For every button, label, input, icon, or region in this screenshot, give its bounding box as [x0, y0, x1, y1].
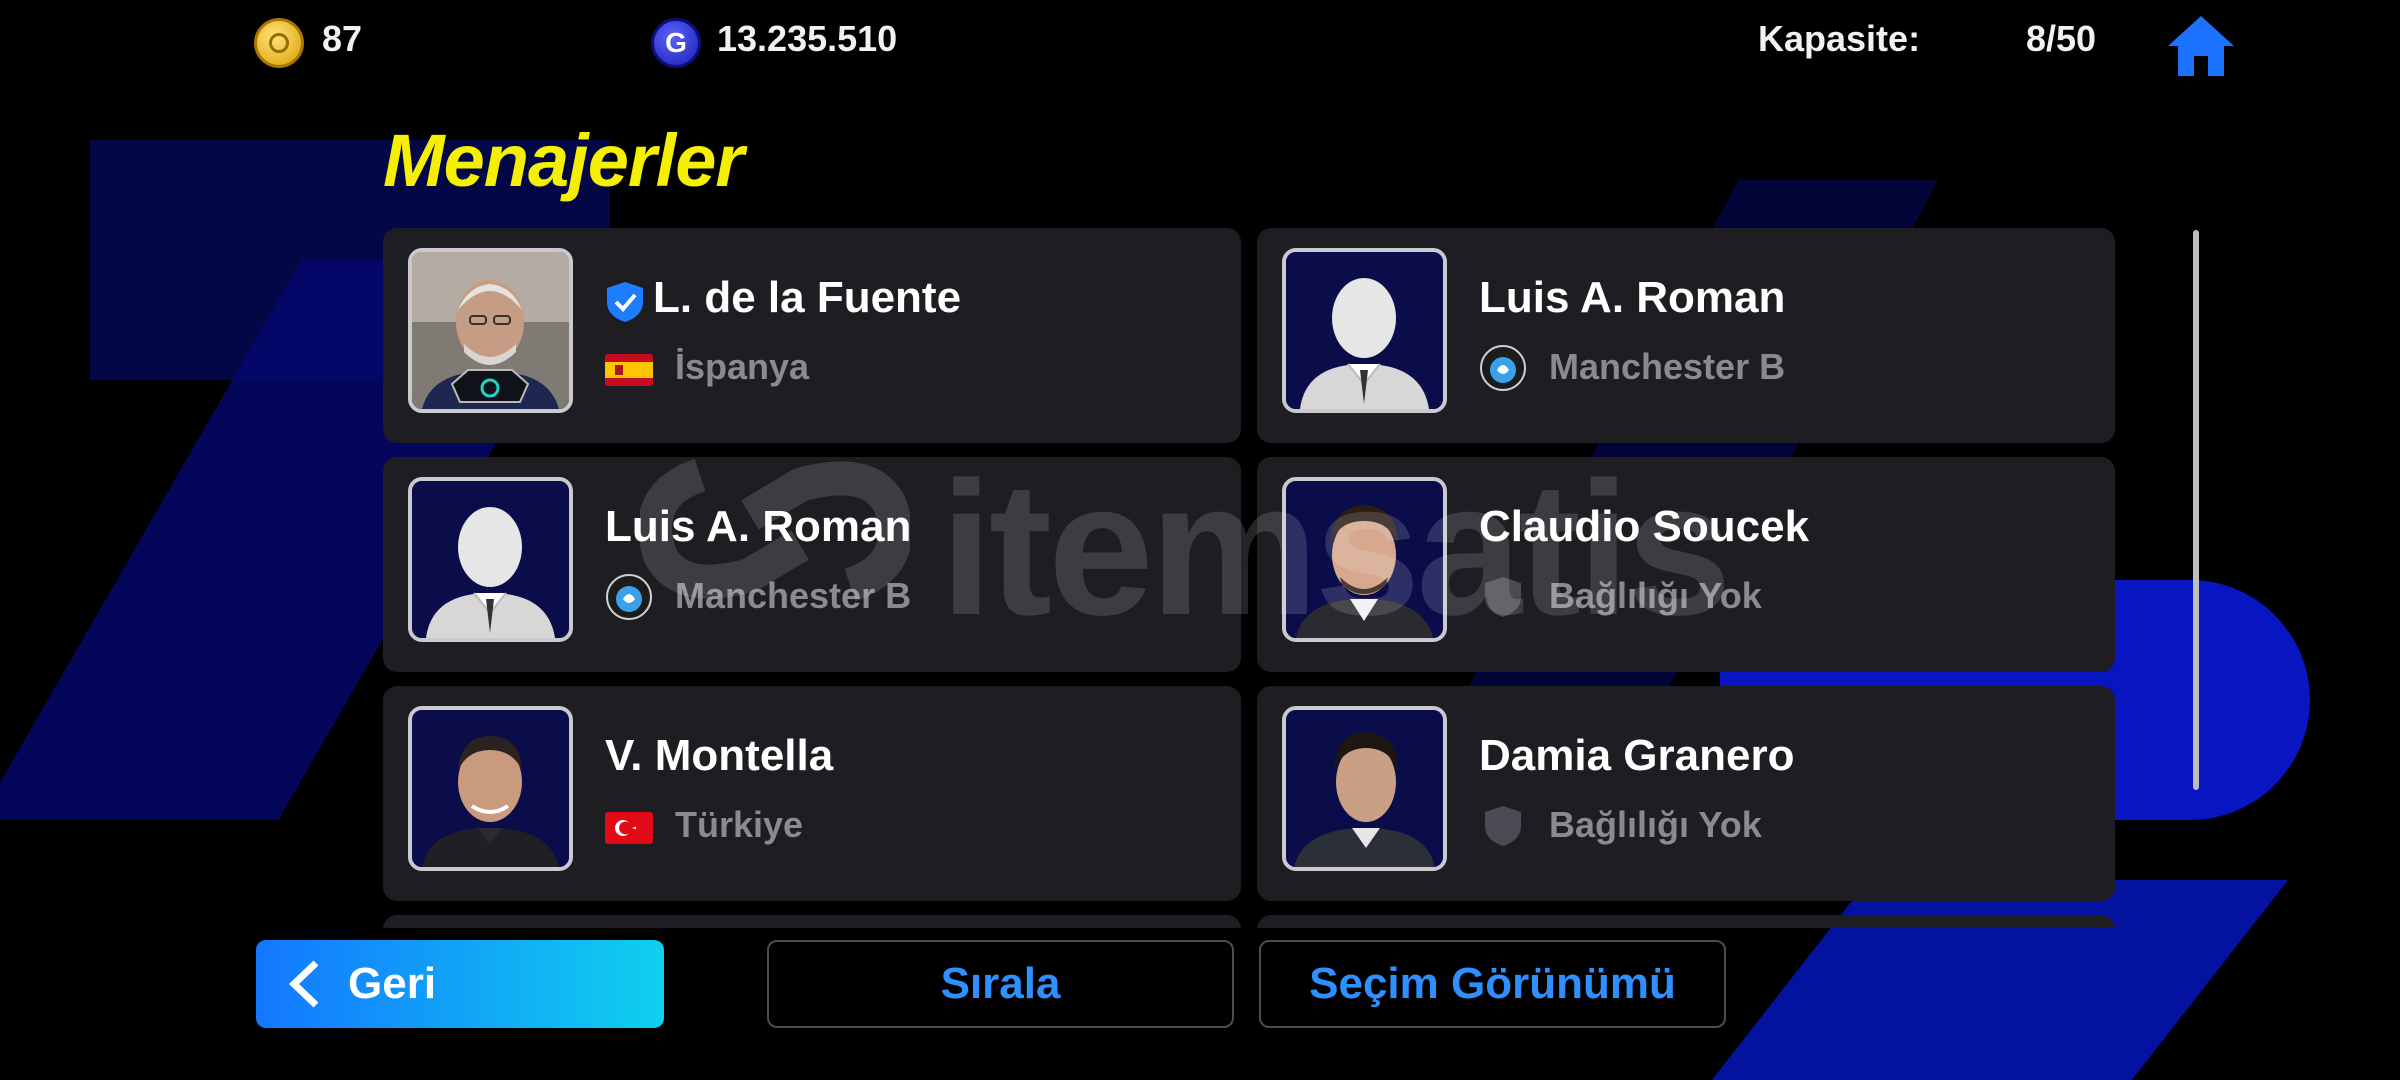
shield-icon	[1485, 806, 1521, 846]
manager-nationality: İspanya	[675, 346, 810, 387]
manager-card[interactable]: Claudio Soucek Bağlılığı Yok	[1257, 457, 2115, 672]
page-title: Menajerler	[383, 119, 744, 202]
verified-shield-icon	[607, 282, 643, 322]
turkey-flag-icon	[605, 812, 653, 844]
capacity-label: Kapasite:	[1758, 18, 1921, 59]
manager-grid: L. de la Fuente İspanya Luis A. Roman Ma…	[383, 228, 2115, 928]
manager-name: L. de la Fuente	[653, 273, 962, 322]
club-badge-icon	[1480, 345, 1526, 391]
sort-button[interactable]: Sırala	[767, 940, 1234, 1028]
club-badge-icon	[606, 574, 652, 620]
back-button[interactable]: Geri	[256, 940, 664, 1028]
chevron-left-icon	[288, 960, 319, 1008]
gp-icon: G	[651, 18, 701, 68]
manager-card[interactable]: Luis A. Roman Manchester B	[1257, 228, 2115, 443]
coin-icon	[254, 18, 304, 68]
selection-view-button[interactable]: Seçim Görünümü	[1259, 940, 1726, 1028]
shield-icon	[1485, 577, 1521, 617]
gp-count: 13.235.510	[717, 18, 898, 59]
capacity-value: 8/50	[2026, 18, 2097, 59]
manager-portrait	[408, 248, 573, 413]
manager-portrait	[1282, 248, 1447, 413]
coin-count: 87	[322, 18, 363, 59]
manager-card[interactable]: Luis A. Roman Manchester B	[383, 457, 1241, 672]
manager-card[interactable]: Damia Granero Bağlılığı Yok	[1257, 686, 2115, 901]
manager-nationality: Türkiye	[675, 804, 804, 845]
spain-flag-icon	[605, 354, 653, 386]
manager-club: Manchester B	[1549, 346, 1786, 387]
manager-name: Claudio Soucek	[1479, 502, 1810, 551]
manager-name: Luis A. Roman	[605, 502, 912, 551]
manager-card[interactable]: L. de la Fuente İspanya	[383, 228, 1241, 443]
selection-view-button-label: Seçim Görünümü	[1309, 959, 1676, 1008]
manager-card[interactable]: V. Montella Türkiye	[383, 686, 1241, 901]
manager-club: Bağlılığı Yok	[1549, 804, 1762, 845]
manager-portrait	[1282, 477, 1447, 642]
manager-card[interactable]	[383, 915, 1241, 928]
top-bar: 87 G 13.235.510 Kapasite: 8/50	[0, 0, 2400, 80]
manager-card[interactable]	[1257, 915, 2115, 928]
manager-portrait	[1282, 706, 1447, 871]
manager-portrait	[408, 706, 573, 871]
back-button-label: Geri	[348, 959, 437, 1008]
manager-club: Manchester B	[675, 575, 912, 616]
manager-name: Damia Granero	[1479, 731, 1795, 780]
manager-name: Luis A. Roman	[1479, 273, 1786, 322]
manager-name: V. Montella	[605, 731, 834, 780]
home-icon[interactable]	[2166, 14, 2236, 78]
manager-club: Bağlılığı Yok	[1549, 575, 1762, 616]
scrollbar[interactable]	[2193, 230, 2199, 790]
sort-button-label: Sırala	[940, 959, 1061, 1008]
manager-portrait	[408, 477, 573, 642]
